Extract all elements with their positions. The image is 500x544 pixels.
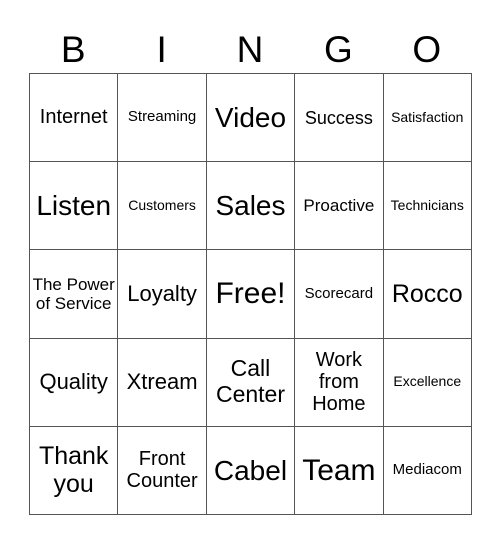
bingo-cell[interactable]: Satisfaction <box>382 72 472 163</box>
bingo-cell[interactable]: Technicians <box>382 161 472 251</box>
header-letter-o: O <box>412 29 442 70</box>
bingo-cell[interactable]: Work from Home <box>294 337 384 427</box>
bingo-cell[interactable]: Sales <box>205 161 296 251</box>
bingo-cell[interactable]: Mediacom <box>382 425 472 515</box>
bingo-cell[interactable]: Rocco <box>382 249 472 339</box>
bingo-cell[interactable]: Proactive <box>294 161 384 251</box>
bingo-cell[interactable]: Excellence <box>382 337 472 427</box>
bingo-cell[interactable]: Front Counter <box>117 425 207 515</box>
bingo-cell[interactable]: Call Center <box>205 337 296 427</box>
grid-row: The Power of Service Loyalty Free! Score… <box>28 249 472 339</box>
bingo-cell[interactable]: Xtream <box>117 337 207 427</box>
header-letter-n: N <box>236 29 264 70</box>
bingo-cell[interactable]: Cabel <box>205 425 296 515</box>
bingo-cell[interactable]: Loyalty <box>117 249 207 339</box>
bingo-cell[interactable]: Customers <box>117 161 207 251</box>
grid-row: Quality Xtream Call Center Work from Hom… <box>28 337 472 427</box>
bingo-cell[interactable]: Streaming <box>117 72 207 163</box>
grid-row: Internet Streaming Video Success Satisfa… <box>28 72 472 163</box>
bingo-cell[interactable]: Thank you <box>28 425 119 515</box>
header-letter-i: I <box>156 29 167 70</box>
bingo-cell[interactable]: Video <box>205 72 296 163</box>
bingo-cell[interactable]: Quality <box>28 337 119 427</box>
bingo-cell[interactable]: Internet <box>28 72 119 163</box>
bingo-grid: Internet Streaming Video Success Satisfa… <box>28 72 472 515</box>
header-letter-g: G <box>323 29 353 70</box>
grid-row: Listen Customers Sales Proactive Technic… <box>28 161 472 251</box>
bingo-cell[interactable]: The Power of Service <box>28 249 119 339</box>
bingo-cell[interactable]: Team <box>294 425 384 515</box>
grid-row: Thank you Front Counter Cabel Team Media… <box>28 425 472 515</box>
bingo-cell[interactable]: Listen <box>28 161 119 251</box>
bingo-cell[interactable]: Scorecard <box>294 249 384 339</box>
free-space-cell[interactable]: Free! <box>205 249 296 339</box>
bingo-cell[interactable]: Success <box>294 72 384 163</box>
bingo-header: B I N G O <box>29 28 471 72</box>
header-letter-b: B <box>60 29 86 70</box>
